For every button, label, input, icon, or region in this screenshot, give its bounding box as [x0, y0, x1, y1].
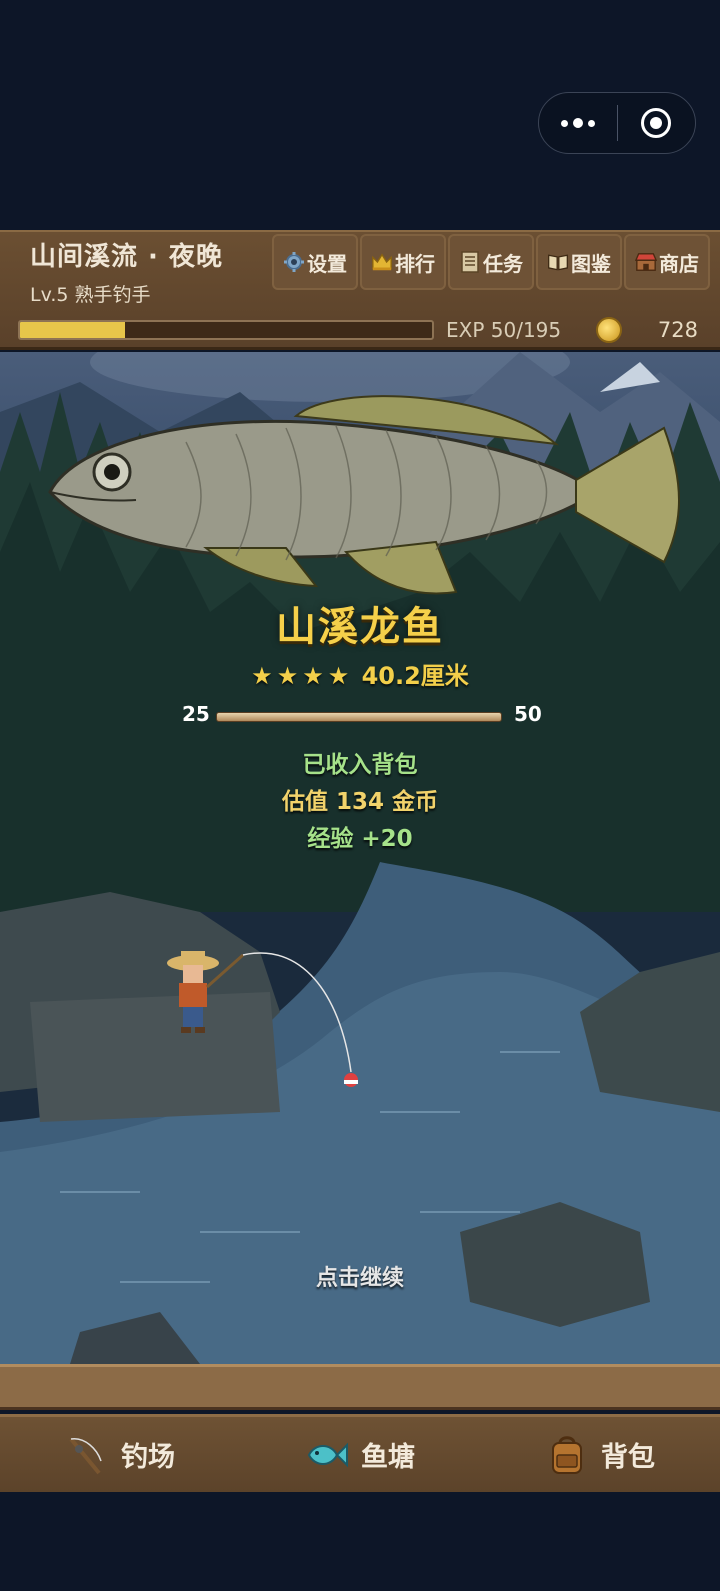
fishing-rod-icon: [65, 1433, 109, 1477]
shop-icon: [635, 251, 657, 273]
mini-program-capsule: [538, 92, 696, 154]
book-icon: [547, 251, 569, 273]
bottom-tab-bar: 钓场 鱼塘 背包: [0, 1414, 720, 1492]
player-level: Lv.5 熟手钓手: [30, 284, 151, 306]
size-max: 50: [514, 702, 542, 726]
wood-strip: [0, 1364, 720, 1410]
tasks-label: 任务: [483, 251, 523, 276]
encyclopedia-label: 图鉴: [571, 251, 611, 276]
more-dots-icon: [560, 118, 595, 128]
exp-gain: 经验 +20: [307, 826, 413, 852]
location-title: 山间溪流 · 夜晚: [30, 242, 223, 272]
more-button[interactable]: [539, 93, 617, 153]
encyclopedia-button[interactable]: 图鉴: [536, 234, 622, 290]
tab-fishing-spot-label: 钓场: [121, 1442, 175, 1473]
gear-icon: [283, 251, 305, 273]
settings-button[interactable]: 设置: [272, 234, 358, 290]
shop-label: 商店: [659, 251, 699, 276]
tab-fishing-spot[interactable]: 钓场: [0, 1417, 240, 1492]
star-rating: ★★★★: [251, 662, 354, 690]
scroll-icon: [459, 251, 481, 273]
tab-backpack-label: 背包: [601, 1442, 655, 1473]
fish-size: 40.2厘米: [361, 662, 469, 690]
close-button[interactable]: [618, 93, 696, 153]
coin-count: 728: [657, 318, 698, 342]
size-range-bar: [216, 712, 502, 722]
fish-rating: ★★★★ 40.2厘米: [0, 656, 720, 691]
fish-name: 山溪龙鱼: [276, 604, 444, 650]
stored-status: 已收入背包: [302, 752, 418, 778]
fishing-scene[interactable]: 山溪龙鱼 ★★★★ 40.2厘米 25 50 已收入背包 估值 134 金币 经…: [0, 352, 720, 1364]
top-header: 山间溪流 · 夜晚 Lv.5 熟手钓手 设置 排行 任务 图鉴 商店 EXP 5…: [0, 230, 720, 350]
fish-icon: [305, 1433, 349, 1477]
caught-fish-image: [48, 395, 680, 595]
catch-result: 已收入背包 估值 134 金币 经验 +20: [0, 747, 720, 858]
target-close-icon: [641, 108, 672, 138]
tab-fish-pond-label: 鱼塘: [361, 1442, 415, 1473]
top-nav: 设置 排行 任务 图鉴 商店: [272, 234, 710, 290]
size-min: 25: [182, 702, 210, 726]
coin-icon: [596, 317, 622, 343]
size-range: 25 50: [0, 702, 720, 732]
settings-label: 设置: [307, 251, 347, 276]
exp-text: EXP 50/195: [446, 318, 562, 342]
crown-icon: [371, 251, 393, 273]
tap-to-continue[interactable]: 点击继续: [0, 1260, 720, 1292]
shop-button[interactable]: 商店: [624, 234, 710, 290]
exp-progress-bar: [18, 320, 434, 340]
estimated-value: 估值 134 金币: [281, 789, 439, 815]
tab-fish-pond[interactable]: 鱼塘: [240, 1417, 480, 1492]
ranking-label: 排行: [395, 251, 435, 276]
tab-backpack[interactable]: 背包: [480, 1417, 720, 1492]
ranking-button[interactable]: 排行: [360, 234, 446, 290]
backpack-icon: [545, 1433, 589, 1477]
exp-progress-fill: [20, 322, 126, 338]
tasks-button[interactable]: 任务: [448, 234, 534, 290]
